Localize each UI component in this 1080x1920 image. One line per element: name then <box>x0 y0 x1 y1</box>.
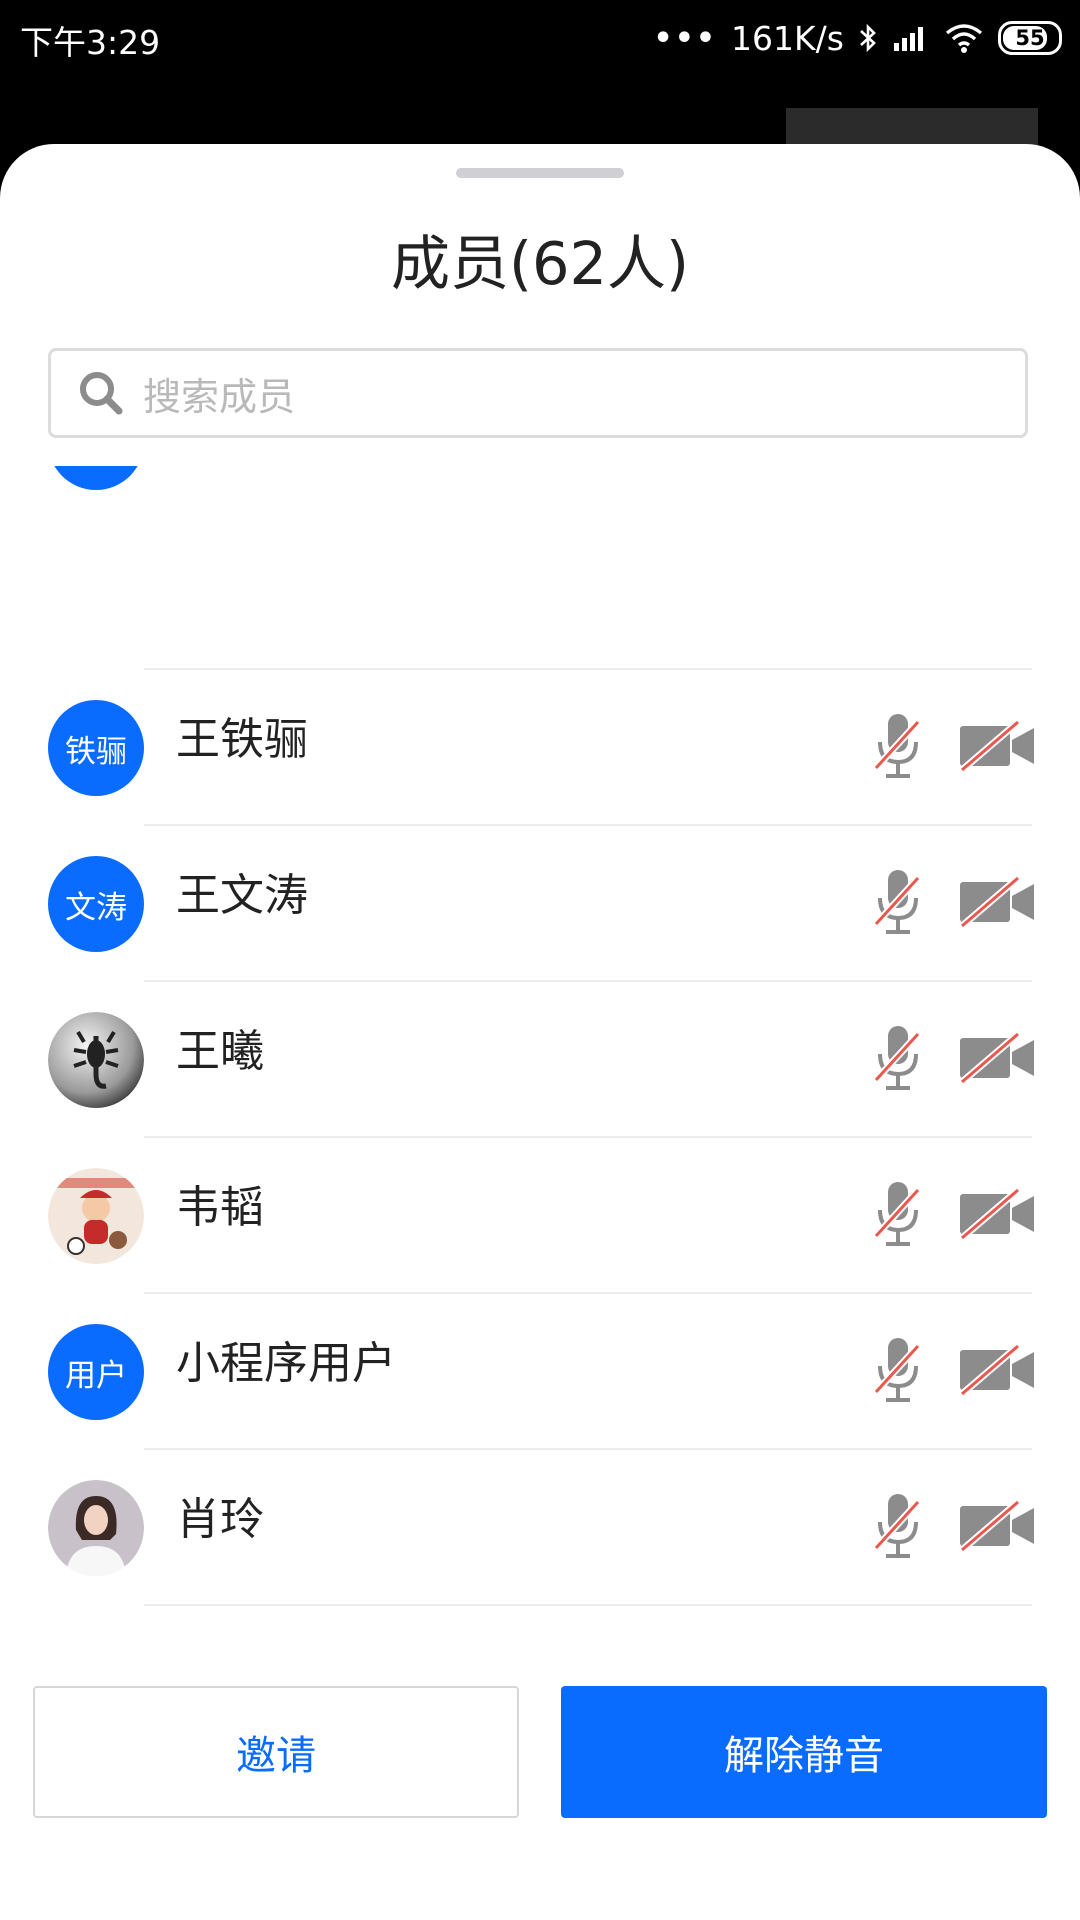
list-item[interactable]: 谢天 <box>0 1606 1080 1616</box>
list-item-partial <box>0 466 1080 672</box>
mic-muted-icon <box>870 1022 926 1094</box>
member-name: 韦韬 <box>176 1182 264 1233</box>
avatar: 用户 <box>48 1324 144 1420</box>
mic-muted-icon <box>870 1334 926 1406</box>
avatar <box>48 466 144 490</box>
list-item[interactable]: 铁骊 王铁骊 <box>0 670 1080 826</box>
member-name: 王铁骊 <box>176 714 308 765</box>
drag-handle[interactable] <box>456 168 624 178</box>
avatar <box>48 1012 144 1108</box>
member-name: 王文涛 <box>176 870 308 921</box>
list-item[interactable]: 韦韬 <box>0 1138 1080 1294</box>
sheet-title: 成员(62人) <box>390 229 690 298</box>
battery-icon: 55 <box>998 21 1062 55</box>
members-sheet: 成员(62人) 搜索成员 铁骊王铁骊文涛王文涛王曦韦韬用户小程序用户肖玲谢天 邀… <box>0 144 1080 1920</box>
wifi-icon <box>945 24 983 53</box>
camera-off-icon <box>958 1499 1036 1553</box>
battery-level: 55 <box>1015 26 1045 50</box>
camera-off-icon <box>958 1343 1036 1397</box>
net-speed: 161K/s <box>731 18 844 58</box>
member-name: 小程序用户 <box>176 1338 396 1389</box>
mic-muted-icon <box>870 1490 926 1562</box>
bluetooth-icon <box>860 23 876 53</box>
search-placeholder: 搜索成员 <box>143 374 296 419</box>
member-list[interactable]: 铁骊王铁骊文涛王文涛王曦韦韬用户小程序用户肖玲谢天 <box>0 466 1080 1616</box>
camera-off-icon <box>958 875 1036 929</box>
list-item[interactable]: 用户 小程序用户 <box>0 1294 1080 1450</box>
mic-muted-icon <box>870 1178 926 1250</box>
camera-off-icon <box>958 719 1036 773</box>
avatar <box>48 1480 144 1576</box>
member-name: 王曦 <box>176 1026 264 1077</box>
avatar: 铁骊 <box>48 700 144 796</box>
avatar: 文涛 <box>48 856 144 952</box>
avatar <box>48 1168 144 1264</box>
member-name: 肖玲 <box>176 1494 264 1545</box>
signal-icon <box>894 27 923 51</box>
mic-muted-icon <box>870 710 926 782</box>
status-time: 下午3:29 <box>20 23 161 62</box>
status-bar: 下午3:29 ••• 161K/s 55 <box>0 0 1080 75</box>
status-icons: ••• 161K/s 55 <box>654 16 1062 60</box>
list-item[interactable]: 王曦 <box>0 982 1080 1138</box>
list-item[interactable]: 肖玲 <box>0 1450 1080 1606</box>
camera-off-icon <box>958 1187 1036 1241</box>
mic-muted-icon <box>870 866 926 938</box>
list-item[interactable]: 文涛 王文涛 <box>0 826 1080 982</box>
invite-button[interactable]: 邀请 <box>33 1686 519 1818</box>
search-input[interactable]: 搜索成员 <box>48 348 1028 438</box>
more-dots: ••• <box>653 20 718 56</box>
search-icon <box>80 372 123 415</box>
camera-off-icon <box>958 1031 1036 1085</box>
unmute-button[interactable]: 解除静音 <box>561 1686 1047 1818</box>
